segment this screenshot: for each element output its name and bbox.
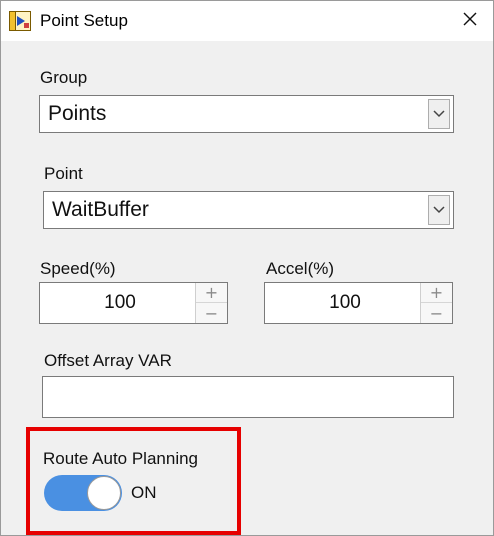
speed-decrement-button[interactable]: −	[196, 303, 227, 323]
group-dropdown-button[interactable]	[428, 99, 450, 129]
accel-stepper: + −	[420, 283, 452, 323]
group-selected-value: Points	[48, 102, 107, 125]
close-icon	[462, 11, 478, 32]
chevron-down-icon	[433, 206, 445, 214]
close-button[interactable]	[447, 1, 493, 41]
group-select[interactable]: Points	[39, 95, 454, 133]
speed-stepper: + −	[195, 283, 227, 323]
point-dropdown-button[interactable]	[428, 195, 450, 225]
accel-numeric-control[interactable]: 100 + −	[264, 282, 453, 324]
chevron-down-icon	[433, 110, 445, 118]
accel-increment-button[interactable]: +	[421, 283, 452, 303]
offset-array-label: Offset Array VAR	[44, 351, 172, 370]
speed-value[interactable]: 100	[40, 292, 200, 314]
speed-increment-button[interactable]: +	[196, 283, 227, 303]
accel-label: Accel(%)	[266, 259, 335, 278]
accel-decrement-button[interactable]: −	[421, 303, 452, 323]
toggle-knob	[87, 476, 121, 510]
point-label: Point	[44, 164, 83, 183]
route-auto-planning-toggle[interactable]	[44, 475, 122, 511]
window-title: Point Setup	[40, 11, 128, 30]
point-select[interactable]: WaitBuffer	[43, 191, 454, 229]
labview-vi-icon	[9, 11, 31, 31]
point-selected-value: WaitBuffer	[52, 198, 149, 221]
point-setup-window: Point Setup Group Points Point WaitBuffe…	[0, 0, 494, 536]
route-auto-planning-label: Route Auto Planning	[43, 449, 199, 468]
offset-array-input[interactable]	[42, 376, 454, 418]
speed-label: Speed(%)	[40, 259, 116, 278]
accel-value[interactable]: 100	[265, 292, 425, 314]
route-auto-planning-state: ON	[131, 483, 157, 502]
group-label: Group	[40, 68, 88, 87]
title-bar: Point Setup	[1, 1, 493, 41]
speed-numeric-control[interactable]: 100 + −	[39, 282, 228, 324]
